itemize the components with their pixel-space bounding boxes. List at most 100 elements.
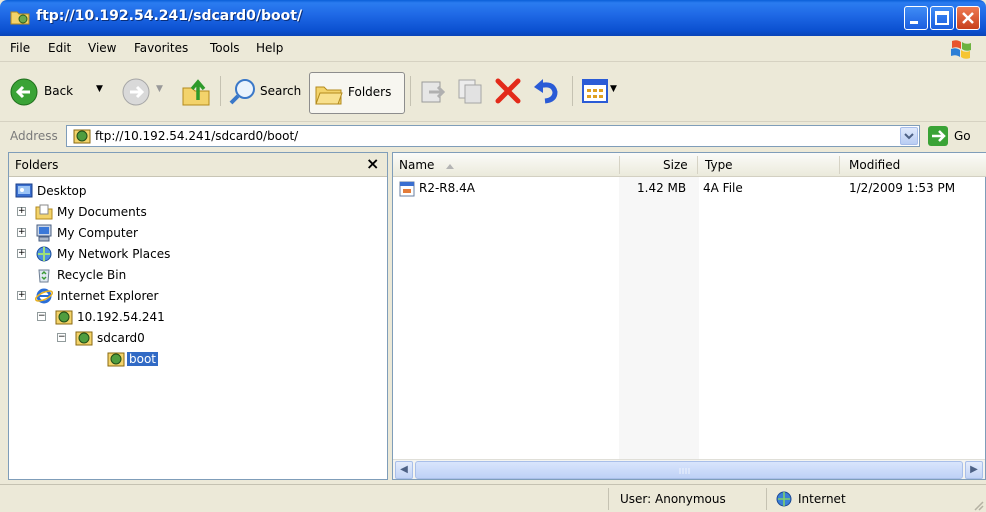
- maximize-button[interactable]: [930, 6, 954, 30]
- file-modified: 1/2/2009 1:53 PM: [849, 181, 956, 195]
- address-dropdown-button[interactable]: [900, 127, 918, 145]
- close-button[interactable]: [956, 6, 980, 30]
- column-header-bar: Name Size Type Modified: [393, 153, 986, 177]
- views-button[interactable]: ▼: [578, 70, 624, 114]
- menu-edit[interactable]: Edit: [48, 41, 71, 55]
- tree-item-desktop[interactable]: Desktop: [13, 181, 313, 201]
- search-button[interactable]: Search: [226, 70, 306, 114]
- expand-button[interactable]: +: [17, 207, 26, 216]
- move-to-button[interactable]: [414, 70, 450, 114]
- views-icon: [582, 79, 608, 103]
- internet-explorer-icon: [35, 288, 53, 304]
- address-input[interactable]: ftp://10.192.54.241/sdcard0/boot/: [66, 125, 920, 147]
- windows-logo-icon: [951, 40, 971, 59]
- expand-button[interactable]: +: [17, 291, 26, 300]
- delete-button[interactable]: [490, 70, 526, 114]
- sorted-column-highlight: [619, 177, 699, 459]
- grip-icon: [679, 468, 690, 474]
- tree-item-boot[interactable]: boot: [85, 349, 285, 369]
- search-icon: [229, 79, 255, 105]
- status-zone: Internet: [798, 492, 846, 506]
- tree-item-my-documents[interactable]: + My Documents: [13, 202, 313, 222]
- folders-pane-title: Folders: [15, 158, 59, 172]
- go-arrow-icon: [928, 126, 948, 146]
- ftp-folder-icon: [10, 11, 30, 25]
- menu-tools[interactable]: Tools: [210, 41, 240, 55]
- window-title: ftp://10.192.54.241/sdcard0/boot/: [36, 8, 303, 24]
- explorer-window: ftp://10.192.54.241/sdcard0/boot/ File E…: [0, 0, 986, 512]
- undo-icon: [534, 79, 558, 104]
- move-to-icon: [421, 81, 446, 103]
- column-divider[interactable]: [619, 156, 620, 174]
- menu-file[interactable]: File: [10, 41, 30, 55]
- back-label: Back: [44, 84, 74, 98]
- go-button[interactable]: Go: [928, 126, 982, 146]
- toolbar-separator: [220, 76, 221, 106]
- up-folder-icon: [182, 79, 210, 106]
- ftp-folder-icon: [107, 352, 125, 367]
- chevron-down-icon: [904, 133, 914, 140]
- status-user: User: Anonymous: [620, 492, 726, 506]
- file-icon: [399, 181, 415, 197]
- column-header-size[interactable]: Size: [663, 158, 688, 172]
- minimize-icon: [910, 21, 918, 24]
- standard-toolbar: Back ▼ ▼ Search Folders ▼: [0, 62, 986, 122]
- tree-item-recycle-bin[interactable]: Recycle Bin: [13, 265, 313, 285]
- address-label: Address: [10, 129, 58, 143]
- recycle-bin-icon: [38, 269, 50, 283]
- folders-button[interactable]: Folders: [309, 72, 405, 114]
- ftp-server-icon: [73, 129, 91, 144]
- tree-item-internet-explorer[interactable]: + Internet Explorer: [13, 286, 313, 306]
- column-header-type[interactable]: Type: [705, 158, 733, 172]
- back-arrow-icon: [10, 78, 38, 106]
- undo-button[interactable]: [528, 70, 564, 114]
- folders-pane-close-button[interactable]: ×: [366, 154, 379, 173]
- scroll-left-button[interactable]: ◀: [395, 461, 413, 479]
- back-button[interactable]: Back ▼: [6, 70, 114, 114]
- expand-button[interactable]: +: [17, 228, 26, 237]
- folders-icon: [315, 86, 343, 105]
- file-row[interactable]: R2-R8.4A 1.42 MB 4A File 1/2/2009 1:53 P…: [393, 179, 986, 199]
- toolbar-separator: [410, 76, 411, 106]
- folders-label: Folders: [348, 85, 392, 99]
- title-bar[interactable]: ftp://10.192.54.241/sdcard0/boot/: [0, 0, 986, 36]
- scroll-right-button[interactable]: ▶: [965, 461, 983, 479]
- status-bar: User: Anonymous Internet: [0, 484, 986, 512]
- minimize-button[interactable]: [904, 6, 928, 30]
- column-header-name[interactable]: Name: [399, 158, 434, 172]
- collapse-button[interactable]: −: [37, 312, 46, 321]
- views-dropdown-icon: ▼: [610, 84, 617, 94]
- resize-grip-icon[interactable]: [972, 499, 984, 511]
- tree-item-sdcard0[interactable]: − sdcard0: [53, 328, 313, 348]
- sort-ascending-icon: [446, 164, 454, 169]
- expand-button[interactable]: +: [17, 249, 26, 258]
- forward-button[interactable]: ▼: [118, 70, 170, 114]
- column-header-modified[interactable]: Modified: [849, 158, 900, 172]
- menu-view[interactable]: View: [88, 41, 116, 55]
- copy-to-button[interactable]: [452, 70, 488, 114]
- file-type: 4A File: [703, 181, 743, 195]
- file-name: R2-R8.4A: [419, 181, 475, 195]
- my-documents-icon: [35, 204, 53, 220]
- folders-pane-header: Folders ×: [9, 153, 387, 177]
- status-divider: [766, 488, 767, 510]
- network-places-icon: [36, 246, 52, 262]
- scroll-thumb[interactable]: [415, 461, 963, 479]
- menu-help[interactable]: Help: [256, 41, 283, 55]
- status-divider: [608, 488, 609, 510]
- column-divider[interactable]: [839, 156, 840, 174]
- tree-item-my-computer[interactable]: + My Computer: [13, 223, 313, 243]
- toolbar-separator: [572, 76, 573, 106]
- forward-dropdown-icon: ▼: [156, 84, 163, 94]
- up-button[interactable]: [176, 70, 216, 114]
- back-dropdown-icon[interactable]: ▼: [96, 84, 103, 94]
- tree-item-ftp-server[interactable]: − 10.192.54.241: [33, 307, 313, 327]
- menu-favorites[interactable]: Favorites: [134, 41, 188, 55]
- menu-bar: File Edit View Favorites Tools Help: [0, 36, 986, 62]
- copy-to-icon: [458, 79, 482, 104]
- column-divider[interactable]: [697, 156, 698, 174]
- tree-item-my-network-places[interactable]: + My Network Places: [13, 244, 313, 264]
- collapse-button[interactable]: −: [57, 333, 66, 342]
- my-computer-icon: [36, 224, 52, 242]
- horizontal-scrollbar[interactable]: ◀ ▶: [393, 459, 985, 479]
